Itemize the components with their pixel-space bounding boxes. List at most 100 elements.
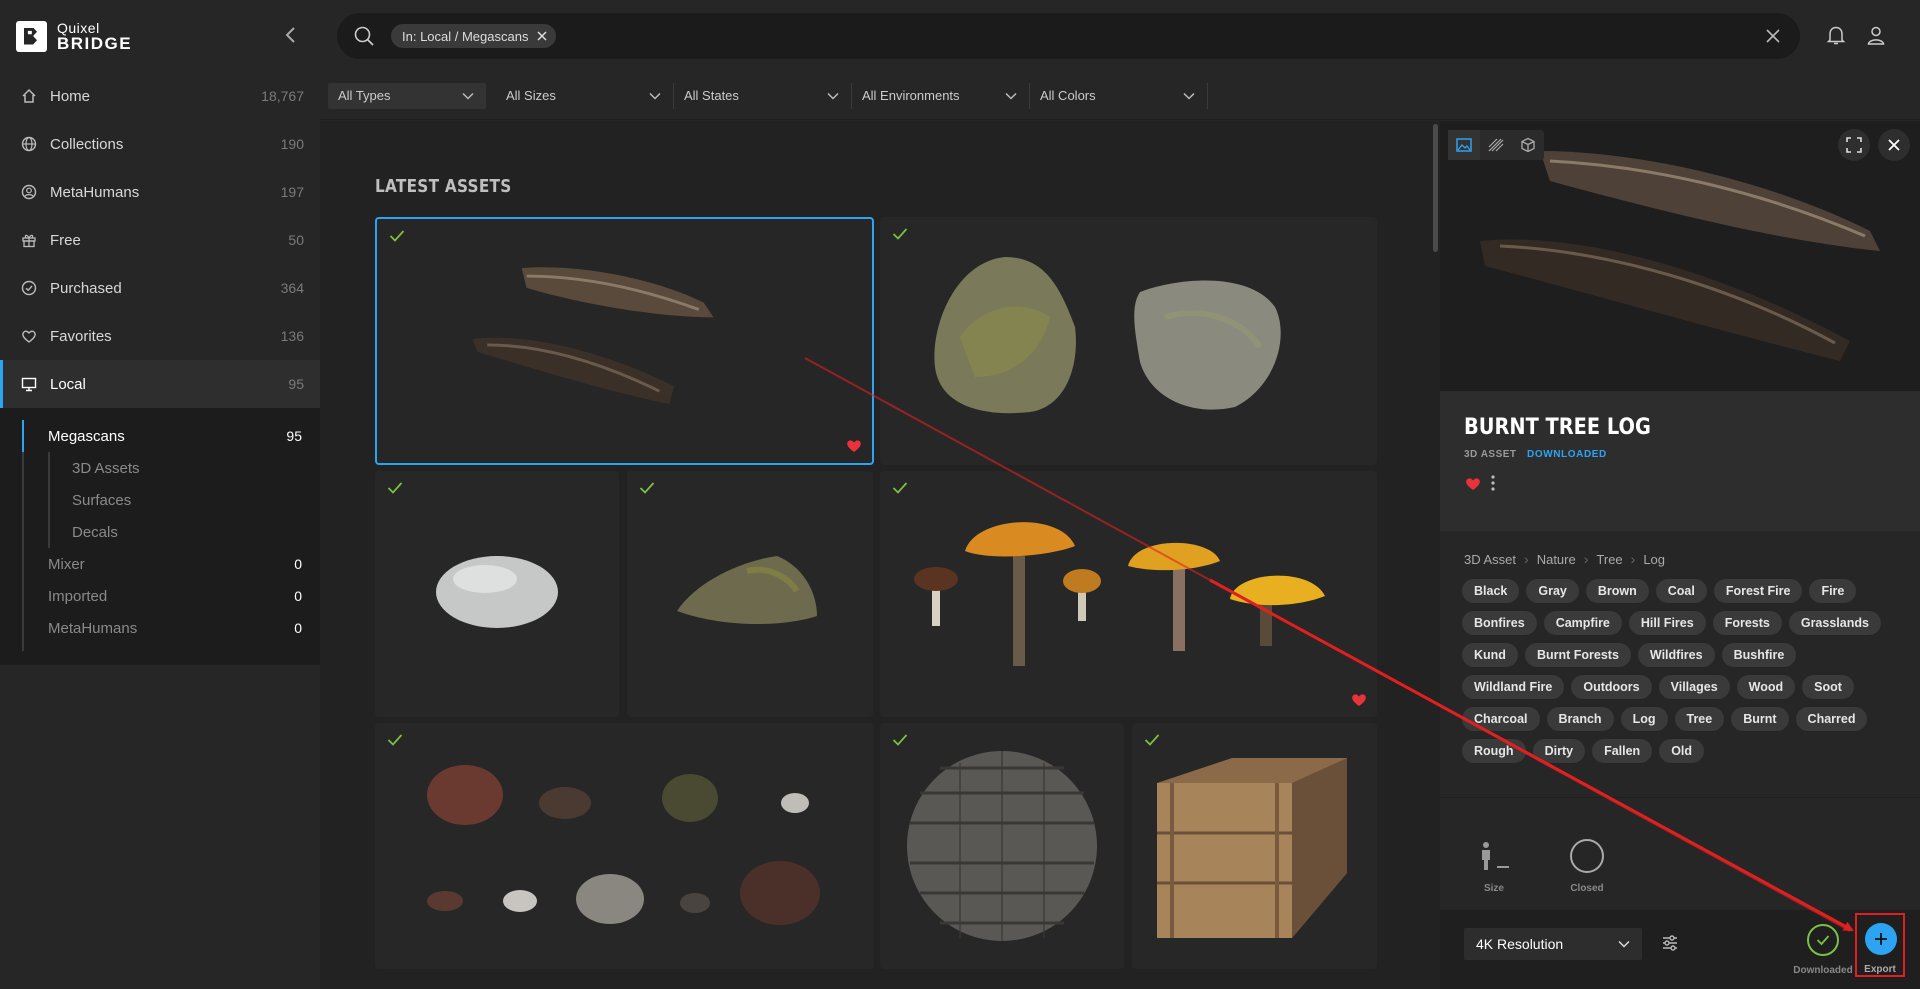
export-button[interactable] bbox=[1865, 923, 1897, 955]
tag-chip[interactable]: Grasslands bbox=[1788, 611, 1881, 635]
resolution-select[interactable]: 4K Resolution bbox=[1464, 928, 1642, 960]
tag-chip[interactable]: Forest Fire bbox=[1713, 579, 1803, 603]
tag-chip[interactable]: Kund bbox=[1462, 643, 1518, 667]
sidebar-item-home[interactable]: Home 18,767 bbox=[0, 72, 320, 120]
collapse-sidebar-chevron-icon[interactable] bbox=[284, 26, 298, 44]
account-icon[interactable] bbox=[1865, 24, 1887, 46]
sidebar-item-collections[interactable]: Collections 190 bbox=[0, 120, 320, 168]
subnav-item-label: Decals bbox=[72, 523, 118, 541]
tag-chip[interactable]: Log bbox=[1620, 707, 1668, 731]
resolution-value: 4K Resolution bbox=[1476, 936, 1564, 952]
export-settings-icon[interactable] bbox=[1661, 934, 1679, 952]
favorite-heart-icon[interactable] bbox=[1351, 692, 1367, 707]
asset-status: DOWNLOADED bbox=[1527, 449, 1607, 460]
asset-card[interactable] bbox=[880, 723, 1124, 969]
search-bar[interactable]: In: Local / Megascans bbox=[337, 13, 1800, 59]
image-view-button[interactable] bbox=[1448, 130, 1480, 160]
tag-chip[interactable]: Charcoal bbox=[1462, 707, 1540, 731]
breadcrumb-item[interactable]: Tree bbox=[1596, 552, 1622, 567]
remove-chip-icon[interactable] bbox=[536, 30, 548, 42]
breadcrumb-item[interactable]: 3D Asset bbox=[1464, 552, 1516, 567]
filter-states[interactable]: All States bbox=[674, 82, 852, 109]
brand-line1: Quixel bbox=[57, 19, 100, 36]
favorite-heart-icon[interactable] bbox=[846, 438, 862, 453]
clear-search-icon[interactable] bbox=[1764, 27, 1782, 45]
tag-chip[interactable]: Wildfires bbox=[1637, 643, 1715, 667]
tag-chip[interactable]: Bonfires bbox=[1462, 611, 1537, 635]
subnav-item-3d-assets[interactable]: 3D Assets bbox=[0, 452, 320, 484]
tag-chip[interactable]: Wood bbox=[1736, 675, 1796, 699]
tag-chip[interactable]: Forests bbox=[1712, 611, 1782, 635]
grid-scrollbar-thumb[interactable] bbox=[1433, 124, 1438, 252]
subnav-item-decals[interactable]: Decals bbox=[0, 516, 320, 548]
tag-chip[interactable]: Bushfire bbox=[1721, 643, 1797, 667]
sidebar-item-label: MetaHumans bbox=[50, 183, 140, 201]
downloaded-check-icon bbox=[389, 230, 405, 242]
asset-card[interactable] bbox=[880, 471, 1377, 717]
tag-chip[interactable]: Gray bbox=[1526, 579, 1579, 603]
subnav-item-label: 3D Assets bbox=[72, 459, 140, 477]
texture-view-button[interactable] bbox=[1480, 130, 1512, 160]
sidebar-item-favorites[interactable]: Favorites 136 bbox=[0, 312, 320, 360]
search-filter-chip[interactable]: In: Local / Megascans bbox=[391, 24, 557, 48]
asset-thumbnail bbox=[677, 556, 817, 625]
tag-chip[interactable]: Hill Fires bbox=[1628, 611, 1706, 635]
tag-chip[interactable]: Fallen bbox=[1592, 739, 1653, 763]
tag-chip[interactable]: Villages bbox=[1658, 675, 1730, 699]
sidebar-item-purchased[interactable]: Purchased 364 bbox=[0, 264, 320, 312]
brand: Quixel BRIDGE bbox=[0, 0, 320, 72]
fullscreen-button[interactable] bbox=[1838, 129, 1870, 161]
tag-chip[interactable]: Charred bbox=[1795, 707, 1868, 731]
favorite-heart-icon[interactable] bbox=[1465, 476, 1481, 491]
subnav-item-metahumans[interactable]: MetaHumans 0 bbox=[0, 612, 320, 644]
tag-chip[interactable]: Brown bbox=[1585, 579, 1649, 603]
asset-preview[interactable] bbox=[1440, 121, 1920, 391]
filter-colors[interactable]: All Colors bbox=[1030, 82, 1208, 109]
downloaded-check-icon bbox=[639, 482, 655, 494]
chip-label: In: Local / Megascans bbox=[402, 28, 529, 44]
sidebar-item-metahumans[interactable]: MetaHumans 197 bbox=[0, 168, 320, 216]
subnav-item-megascans[interactable]: Megascans 95 bbox=[0, 420, 320, 452]
more-options-icon[interactable] bbox=[1490, 474, 1496, 492]
asset-card[interactable] bbox=[375, 723, 874, 969]
breadcrumb-item[interactable]: Log bbox=[1643, 552, 1665, 567]
close-icon bbox=[1888, 139, 1900, 151]
3d-view-button[interactable] bbox=[1512, 130, 1544, 160]
asset-card-burnt-tree-log[interactable] bbox=[375, 217, 874, 465]
close-panel-button[interactable] bbox=[1878, 129, 1910, 161]
asset-card[interactable] bbox=[375, 471, 619, 717]
breadcrumb-item[interactable]: Nature bbox=[1537, 552, 1576, 567]
tag-chip[interactable]: Branch bbox=[1546, 707, 1614, 731]
downloaded-button[interactable] bbox=[1807, 924, 1839, 956]
tag-chip[interactable]: Old bbox=[1659, 739, 1705, 763]
asset-card[interactable] bbox=[1132, 723, 1377, 969]
tag-chip[interactable]: Outdoors bbox=[1571, 675, 1652, 699]
tag-chip[interactable]: Wildland Fire bbox=[1462, 675, 1565, 699]
sidebar-item-free[interactable]: Free 50 bbox=[0, 216, 320, 264]
asset-card[interactable] bbox=[627, 471, 873, 717]
tag-chip[interactable]: Burnt Forests bbox=[1524, 643, 1631, 667]
tag-chip[interactable]: Soot bbox=[1802, 675, 1854, 699]
filter-sizes[interactable]: All Sizes bbox=[496, 82, 674, 109]
tag-chip[interactable]: Fire bbox=[1809, 579, 1857, 603]
tag-chip[interactable]: Tree bbox=[1674, 707, 1725, 731]
sidebar-item-label: Free bbox=[50, 231, 81, 249]
subnav-item-surfaces[interactable]: Surfaces bbox=[0, 484, 320, 516]
subnav-item-imported[interactable]: Imported 0 bbox=[0, 580, 320, 612]
tag-chip[interactable]: Black bbox=[1462, 579, 1520, 603]
subnav-item-mixer[interactable]: Mixer 0 bbox=[0, 548, 320, 580]
asset-info: BURNT TREE LOG 3D ASSET DOWNLOADED bbox=[1440, 391, 1920, 531]
filter-environments[interactable]: All Environments bbox=[852, 82, 1030, 109]
chevron-down-icon bbox=[649, 92, 661, 100]
asset-card[interactable] bbox=[880, 217, 1377, 465]
sidebar-item-local[interactable]: Local 95 bbox=[0, 360, 320, 408]
filter-types[interactable]: All Types bbox=[328, 82, 486, 109]
tag-chip[interactable]: Burnt bbox=[1731, 707, 1789, 731]
tag-chip[interactable]: Campfire bbox=[1543, 611, 1622, 635]
tag-chip[interactable]: Rough bbox=[1462, 739, 1526, 763]
tag-chip[interactable]: Dirty bbox=[1532, 739, 1586, 763]
divider bbox=[1440, 797, 1920, 798]
search-input[interactable] bbox=[556, 13, 1764, 59]
tag-chip[interactable]: Coal bbox=[1655, 579, 1707, 603]
bell-icon[interactable] bbox=[1825, 24, 1847, 46]
